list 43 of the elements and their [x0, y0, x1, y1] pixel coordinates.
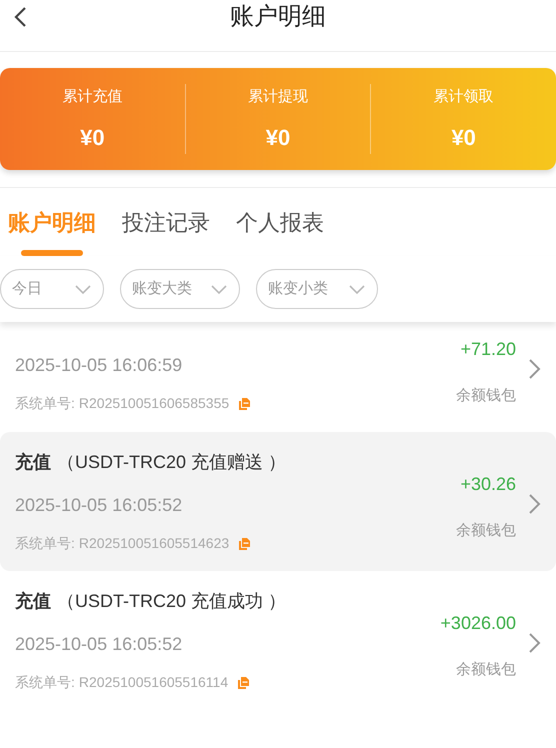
chevron-right-icon — [529, 359, 541, 379]
amount: +71.20 — [460, 338, 516, 362]
copy-icon[interactable] — [239, 538, 250, 550]
tab[interactable]: 投注记录 — [122, 206, 210, 239]
summary-value: ¥0 — [266, 124, 290, 152]
summary-label: 累计充值 — [62, 87, 122, 107]
record-date: 2025-10-05 16:05:52 — [15, 494, 184, 517]
summary-value: ¥0 — [80, 124, 105, 152]
order-label: 系统单号: — [15, 394, 75, 413]
chevron-right-icon — [529, 632, 541, 652]
summary-label: 累计提现 — [248, 87, 308, 107]
filter-dropdown[interactable]: 今日 — [0, 269, 104, 309]
summary-value: ¥0 — [451, 124, 476, 152]
wallet-label: 余额钱包 — [456, 660, 516, 680]
amount: +3026.00 — [440, 612, 516, 635]
chevron-down-icon — [349, 284, 365, 294]
record-row[interactable]: 充值 （USDT-TRC20 充值赠送 ） 2025-10-05 16:05:52 系统单号: R202510051605514623 +30.26 余额钱包 — [0, 432, 556, 571]
record-type: 充值 — [15, 451, 51, 474]
chevron-down-icon — [211, 284, 227, 294]
tab[interactable]: 个人报表 — [236, 206, 324, 239]
record-date: 2025-10-05 16:05:52 — [15, 633, 184, 656]
filter-dropdown[interactable]: 账变小类 — [256, 269, 378, 309]
order-label: 系统单号: — [15, 673, 75, 692]
wallet-label: 余额钱包 — [456, 386, 516, 406]
record-date: 2025-10-05 16:06:59 — [15, 354, 184, 377]
order-number: R202510051605514623 — [78, 534, 230, 553]
copy-icon[interactable] — [239, 398, 250, 410]
amount: +30.26 — [460, 472, 516, 496]
tab[interactable]: 账户明细 — [8, 206, 96, 239]
summary-label: 累计领取 — [434, 87, 494, 107]
order-number: R202510051605516114 — [78, 673, 228, 692]
record-detail: （USDT-TRC20 充值赠送 ） — [57, 451, 286, 474]
chevron-down-icon — [75, 284, 91, 294]
filter-dropdown[interactable]: 账变大类 — [120, 269, 240, 309]
page-title: 账户明细 — [230, 2, 326, 32]
chevron-right-icon — [529, 494, 541, 514]
record-detail: （USDT-TRC20 充值成功 ） — [57, 590, 286, 613]
record-type: 充值 — [15, 590, 51, 613]
copy-icon[interactable] — [238, 676, 250, 688]
order-label: 系统单号: — [15, 534, 75, 553]
wallet-label: 余额钱包 — [456, 520, 516, 541]
back-icon[interactable] — [13, 7, 27, 27]
order-number: R202510051606585355 — [78, 394, 230, 413]
